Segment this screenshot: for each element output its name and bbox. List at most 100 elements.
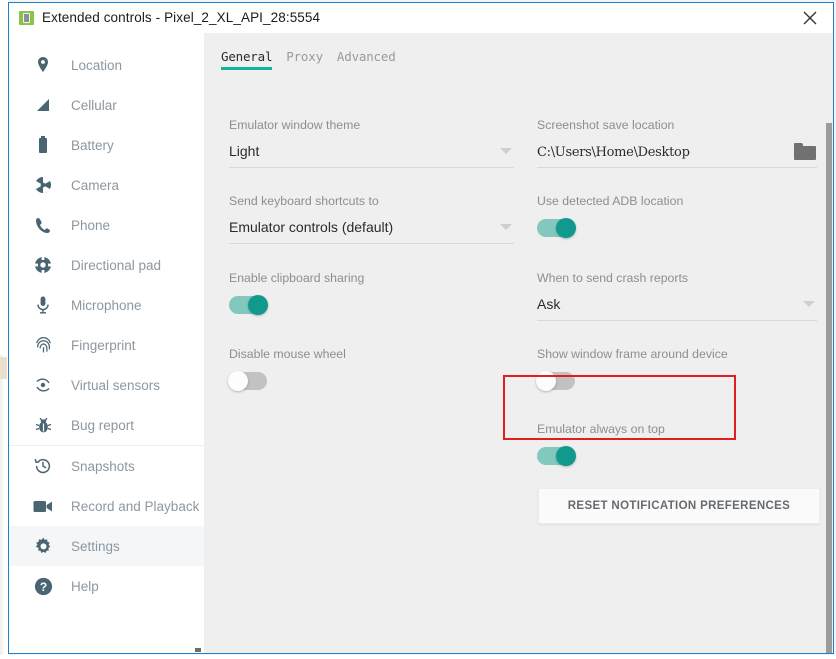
content-scroll-thumb[interactable] [826, 123, 832, 653]
toggle-knob [228, 371, 248, 391]
field-label: Show window frame around device [537, 347, 728, 361]
dropdown-value: Light [229, 143, 260, 159]
sidebar-item-label: Microphone [71, 297, 142, 313]
chevron-down-icon [500, 148, 512, 154]
field-use-detected-adb-location: Use detected ADB location [537, 194, 684, 238]
sidebar-nav: Location Cellular Battery Camera Phone D… [9, 33, 204, 647]
window-title: Extended controls - Pixel_2_XL_API_28:55… [42, 10, 321, 25]
sidebar-item-label: Snapshots [71, 458, 135, 474]
sidebar-item-label: Phone [71, 217, 111, 233]
field-label: When to send crash reports [537, 271, 689, 285]
field-disable-mouse-wheel: Disable mouse wheel [228, 347, 346, 391]
field-label: Enable clipboard sharing [229, 271, 365, 285]
bug-icon [31, 413, 55, 437]
field-emulator-always-on-top: Emulator always on top [537, 422, 665, 466]
sidebar-item-cellular[interactable]: Cellular [9, 85, 204, 125]
field-when-to-send-crash-reports: When to send crash reports Ask [537, 271, 817, 321]
field-label: Emulator window theme [229, 118, 361, 132]
tab-advanced[interactable]: Advanced [337, 49, 396, 70]
send-keyboard-shortcuts-dropdown[interactable]: Emulator controls (default) [229, 219, 514, 244]
location-pin-icon [31, 53, 55, 77]
sidebar-item-label: Record and Playback [71, 498, 200, 514]
sidebar-item-label: Battery [71, 137, 114, 153]
desktop-edge-shading [0, 355, 4, 655]
toggle-knob [556, 218, 576, 238]
question-circle-icon: ? [31, 574, 55, 598]
svg-text:?: ? [39, 580, 46, 594]
window-body: Location Cellular Battery Camera Phone D… [9, 33, 833, 653]
settings-tabs: General Proxy Advanced [221, 49, 410, 70]
content-vertical-scrollbar[interactable] [825, 63, 833, 653]
phone-handset-icon [31, 213, 55, 237]
reset-button-label: RESET NOTIFICATION PREFERENCES [567, 500, 791, 512]
field-label: Screenshot save location [537, 118, 675, 132]
sidebar-item-label: Directional pad [71, 257, 162, 273]
disable-mouse-wheel-toggle[interactable] [228, 371, 267, 391]
crash-reports-dropdown[interactable]: Ask [537, 296, 817, 321]
folder-icon[interactable] [794, 143, 816, 160]
field-show-window-frame-around-device: Show window frame around device [536, 347, 728, 391]
use-detected-adb-location-toggle[interactable] [537, 218, 576, 238]
close-icon [803, 11, 817, 25]
sidebar-item-label: Location [71, 57, 123, 73]
signal-bars-icon [31, 93, 55, 117]
extended-controls-window: Extended controls - Pixel_2_XL_API_28:55… [8, 2, 834, 654]
sidebar-item-record-and-playback[interactable]: Record and Playback [9, 486, 204, 526]
show-window-frame-toggle[interactable] [536, 371, 575, 391]
virtual-sensors-icon [31, 373, 55, 397]
sidebar-item-location[interactable]: Location [9, 45, 204, 85]
sidebar-item-label: Bug report [71, 417, 135, 433]
sidebar-scroll-thumb[interactable] [195, 648, 201, 652]
sidebar-item-camera[interactable]: Camera [9, 165, 204, 205]
tab-general[interactable]: General [221, 49, 273, 70]
window-bottom-margin [0, 655, 836, 659]
field-screenshot-save-location: Screenshot save location C:\Users\Home\D… [537, 118, 817, 168]
sidebar-item-phone[interactable]: Phone [9, 205, 204, 245]
field-label: Disable mouse wheel [229, 347, 346, 361]
field-label: Emulator always on top [537, 422, 665, 436]
reset-notification-preferences-button[interactable]: RESET NOTIFICATION PREFERENCES [538, 488, 820, 524]
settings-panel: General Proxy Advanced Emulator window t… [204, 33, 833, 653]
sidebar-item-bug-report[interactable]: Bug report [9, 405, 204, 445]
toggle-knob [536, 371, 556, 391]
desktop-background-artifact [0, 357, 7, 379]
path-value: C:\Users\Home\Desktop [537, 145, 690, 160]
sidebar-item-virtual-sensors[interactable]: Virtual sensors [9, 365, 204, 405]
fingerprint-icon [31, 333, 55, 357]
history-clock-icon [31, 454, 55, 478]
sidebar-item-snapshots[interactable]: Snapshots [9, 446, 204, 486]
toggle-knob [248, 295, 268, 315]
sidebar-item-label: Cellular [71, 97, 117, 113]
field-label: Send keyboard shortcuts to [229, 194, 379, 208]
gear-icon [31, 534, 55, 558]
battery-icon [31, 133, 55, 157]
sidebar-item-help[interactable]: ? Help [9, 566, 204, 606]
sidebar-item-label: Help [71, 578, 99, 594]
sidebar-item-directional-pad[interactable]: Directional pad [9, 245, 204, 285]
dropdown-value: Emulator controls (default) [229, 219, 394, 235]
toggle-knob [556, 446, 576, 466]
sidebar-item-label: Virtual sensors [71, 377, 161, 393]
chevron-down-icon [803, 301, 815, 307]
enable-clipboard-sharing-toggle[interactable] [229, 295, 268, 315]
folder-body-shape [794, 146, 816, 160]
sidebar-horizontal-scrollbar[interactable] [9, 647, 204, 653]
field-label: Use detected ADB location [537, 194, 684, 208]
video-camera-icon [31, 494, 55, 518]
screenshot-save-location-input[interactable]: C:\Users\Home\Desktop [537, 143, 817, 168]
sidebar-item-fingerprint[interactable]: Fingerprint [9, 325, 204, 365]
field-send-keyboard-shortcuts-to: Send keyboard shortcuts to Emulator cont… [229, 194, 514, 244]
android-emulator-icon [19, 11, 34, 25]
sidebar-item-battery[interactable]: Battery [9, 125, 204, 165]
emulator-window-theme-dropdown[interactable]: Light [229, 143, 514, 168]
dpad-icon [31, 253, 55, 277]
close-button[interactable] [788, 3, 833, 33]
sidebar-item-microphone[interactable]: Microphone [9, 285, 204, 325]
chevron-down-icon [500, 224, 512, 230]
field-emulator-window-theme: Emulator window theme Light [229, 118, 514, 168]
sidebar-item-label: Camera [71, 177, 120, 193]
field-enable-clipboard-sharing: Enable clipboard sharing [229, 271, 365, 315]
emulator-always-on-top-toggle[interactable] [537, 446, 576, 466]
sidebar-item-settings[interactable]: Settings [9, 526, 204, 566]
tab-proxy[interactable]: Proxy [286, 49, 323, 70]
